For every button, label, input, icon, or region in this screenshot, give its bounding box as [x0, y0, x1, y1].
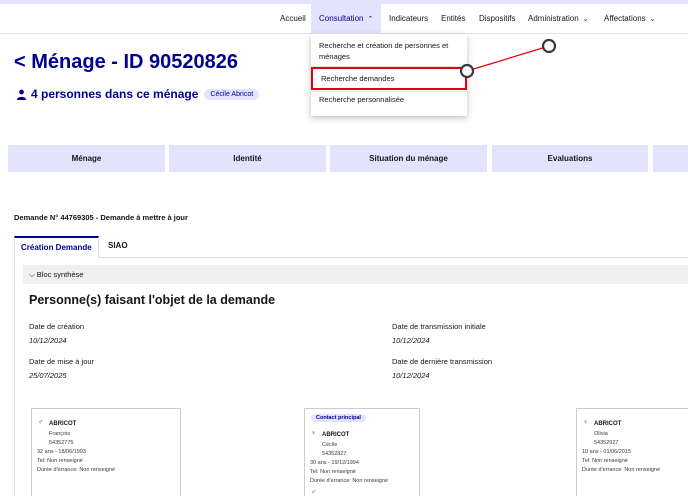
divider	[311, 91, 467, 92]
tab-more[interactable]	[653, 145, 688, 172]
menu-item-recherche-demandes[interactable]: Recherche demandes	[311, 67, 467, 90]
date-creation-value: 10/12/2024	[29, 336, 67, 345]
tab-creation-demande[interactable]: Création Demande	[14, 236, 99, 258]
nav-dispositifs[interactable]: Dispositifs	[479, 4, 515, 34]
nav-consultation[interactable]: Consultation ⌃	[311, 4, 382, 34]
person-tel: Tel: Non renseigné	[37, 458, 83, 464]
page-title[interactable]: < Ménage - ID 90520826	[14, 51, 238, 74]
person-card[interactable]: ♂ ABRICOT François 54352775 32 ans - 18/…	[31, 408, 181, 496]
date-derniere-transmission-value: 10/12/2024	[392, 371, 430, 380]
female-icon: ♀	[583, 419, 589, 426]
nav-administration[interactable]: Administration ⌄	[528, 4, 589, 34]
chevron-down-icon: ⌄	[582, 16, 589, 23]
person-last-name: ABRICOT	[322, 432, 350, 438]
person-first-name: Olivia	[594, 431, 608, 437]
nav-administration-label: Administration	[528, 14, 579, 23]
tab-situation-menage[interactable]: Situation du ménage	[330, 145, 487, 172]
person-id: 54352827	[322, 451, 347, 457]
nav-indicateurs[interactable]: Indicateurs	[389, 4, 428, 34]
bloc-synthese-label: Bloc synthèse	[36, 270, 84, 279]
chevron-up-icon: ⌃	[367, 16, 374, 23]
person-age: 32 ans - 18/06/1993	[37, 449, 86, 455]
person-first-name: François	[49, 431, 71, 437]
main-navigation: Accueil Consultation ⌃ Indicateurs Entité…	[0, 4, 688, 34]
person-first-name: Cécile	[322, 442, 338, 448]
person-id: 54352927	[594, 440, 619, 446]
date-maj-value: 25/07/2025	[29, 371, 67, 380]
date-creation-label: Date de création	[29, 322, 85, 331]
male-icon: ♂	[38, 419, 44, 426]
tab-menage[interactable]: Ménage	[8, 145, 165, 172]
principal-person-badge: Cécile Abricot	[204, 88, 260, 100]
nav-affectations[interactable]: Affectations ⌄	[604, 4, 656, 34]
date-derniere-transmission-label: Date de dernière transmission	[392, 357, 493, 366]
contact-principal-badge: Contact principal	[311, 414, 366, 422]
tab-siao[interactable]: SIAO	[102, 236, 134, 258]
person-age: 30 ans - 19/12/1994	[310, 460, 359, 466]
person-errance: Durée d'errance: Non renseigné	[37, 467, 116, 473]
section-title: Personne(s) faisant l'objet de la demand…	[29, 293, 276, 307]
person-id: 54352775	[49, 440, 74, 446]
person-errance: Durée d'errance: Non renseigné	[582, 467, 661, 473]
person-icon: ♂	[311, 489, 317, 496]
nav-entites[interactable]: Entités	[441, 4, 465, 34]
nav-accueil[interactable]: Accueil	[280, 4, 306, 34]
female-icon: ♀	[311, 430, 317, 437]
tab-identite[interactable]: Identité	[169, 145, 326, 172]
menu-item-recherche-personnalisee[interactable]: Recherche personnalisée	[311, 94, 467, 108]
person-last-name: ABRICOT	[49, 421, 77, 427]
demande-tabs: Création Demande SIAO	[14, 236, 688, 258]
tab-evaluations[interactable]: Evaluations	[492, 145, 648, 172]
person-tel: Tel: Non renseigné	[310, 469, 356, 475]
bloc-synthese-toggle[interactable]: ⌵ Bloc synthèse	[23, 265, 688, 284]
person-age: 10 ans - 01/06/2015	[582, 449, 631, 455]
household-count: 4 personnes dans ce ménage Cécile Abrico…	[16, 87, 260, 101]
nav-affectations-label: Affectations	[604, 14, 646, 23]
person-card[interactable]: Contact principal ♀ ABRICOT Cécile 54352…	[304, 408, 420, 496]
menu-item-recherche-personnes[interactable]: Recherche et création de personnes et mé…	[311, 40, 467, 64]
date-transmission-initiale-value: 10/12/2024	[392, 336, 430, 345]
person-errance: Durée d'errance: Non renseigné	[310, 478, 389, 484]
household-count-text: 4 personnes dans ce ménage	[31, 87, 199, 101]
person-last-name: ABRICOT	[594, 421, 622, 427]
section-tabs: Ménage Identité Situation du ménage Eval…	[8, 145, 688, 172]
nav-consultation-label: Consultation	[319, 14, 364, 23]
date-transmission-initiale-label: Date de transmission initiale	[392, 322, 486, 331]
date-maj-label: Date de mise à jour	[29, 357, 95, 366]
person-tel: Tel: Non renseigné	[582, 458, 628, 464]
demande-heading: Demande N° 44769305 - Demande à mettre à…	[14, 213, 188, 222]
consultation-dropdown: Recherche et création de personnes et mé…	[311, 34, 467, 116]
chevron-down-icon: ⌄	[649, 16, 656, 23]
person-card[interactable]: ♀ ABRICOT Olivia 54352927 10 ans - 01/06…	[576, 408, 688, 496]
chevron-down-icon: ⌵	[29, 270, 35, 279]
person-icon	[16, 89, 27, 100]
